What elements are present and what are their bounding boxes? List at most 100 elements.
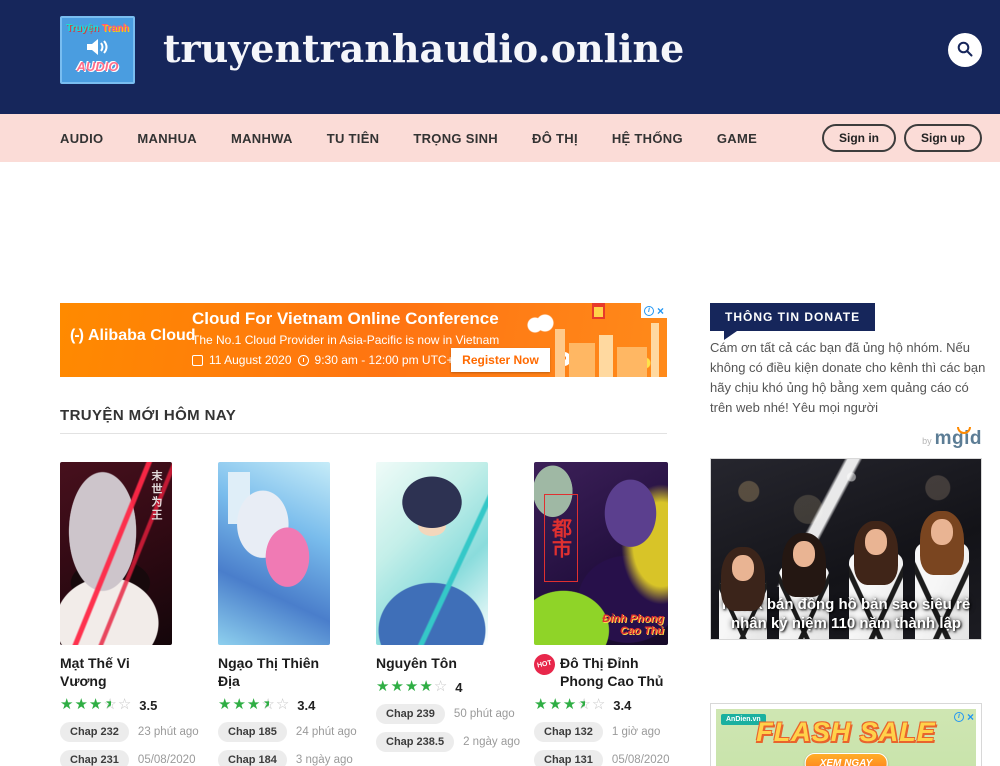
rating-row: ★★★☆★☆ 3.5 xyxy=(60,696,172,714)
rating-value: 3.4 xyxy=(297,698,315,713)
comic-title[interactable]: Nguyên Tôn xyxy=(376,654,488,672)
star-icon: ★ xyxy=(218,696,232,713)
rating-row: ★★★☆★☆ 3.4 xyxy=(534,696,668,714)
site-logo[interactable]: Truyện Tranh AUDIO xyxy=(60,16,135,84)
star-icon: ★ xyxy=(390,678,404,695)
chapter-time: 3 ngày ago xyxy=(296,754,353,766)
chapter-badge[interactable]: Chap 131 xyxy=(534,750,603,766)
comic-grid: 末世为王 Mạt Thế Vi Vương ★★★☆★☆ 3.5 Chap 23… xyxy=(60,462,668,766)
nav-item-tu-tien[interactable]: TU TIÊN xyxy=(327,131,380,146)
star-icon: ☆ xyxy=(434,678,448,695)
chapter-badge[interactable]: Chap 238.5 xyxy=(376,732,454,752)
comic-title[interactable]: Mạt Thế Vi Vương xyxy=(60,654,172,690)
chapter-time: 05/08/2020 xyxy=(138,754,196,766)
chapter-time: 23 phút ago xyxy=(138,726,199,738)
nav-item-game[interactable]: GAME xyxy=(717,131,757,146)
search-button[interactable] xyxy=(948,33,982,67)
chapter-badge[interactable]: Chap 184 xyxy=(218,750,287,766)
nav-item-manhwa[interactable]: MANHWA xyxy=(231,131,293,146)
mgid-logo: mgid xyxy=(935,428,982,449)
comic-title[interactable]: Ngạo Thị Thiên Địa xyxy=(218,654,330,690)
chapter-time: 05/08/2020 xyxy=(612,754,670,766)
nav-item-do-thi[interactable]: ĐÔ THỊ xyxy=(532,131,578,146)
chapter-badge[interactable]: Chap 132 xyxy=(534,722,603,742)
site-title[interactable]: truyentranhaudio.online xyxy=(163,26,684,71)
comic-cover[interactable] xyxy=(218,462,330,645)
mgid-attribution[interactable]: bymgid xyxy=(710,428,982,450)
star-icon: ☆ xyxy=(276,696,290,713)
rating-stars: ★★★★☆ xyxy=(376,678,448,696)
ad-info-icon[interactable]: i xyxy=(644,306,654,316)
adchoices-bar: i × xyxy=(952,709,976,724)
star-icon: ★ xyxy=(548,696,562,713)
star-icon: ★ xyxy=(376,678,390,695)
comic-title[interactable]: HOT Đô Thị Đỉnh Phong Cao Thủ xyxy=(534,654,668,690)
auth-buttons: Sign in Sign up xyxy=(822,114,982,162)
nav-item-he-thong[interactable]: HỆ THỐNG xyxy=(612,131,683,146)
chapter-row: Chap 239 50 phút ago xyxy=(376,704,488,724)
comic-cover[interactable] xyxy=(376,462,488,645)
ad-subtitle: The No.1 Cloud Provider in Asia-Pacific … xyxy=(192,333,499,347)
star-icon: ★ xyxy=(405,678,419,695)
comic-cover[interactable]: 末世为王 xyxy=(60,462,172,645)
site-header: Truyện Tranh AUDIO truyentranhaudio.onli… xyxy=(0,0,1000,114)
comic-card: 都市 Đỉnh Phong Cao Thủ HOT Đô Thị Đỉnh Ph… xyxy=(534,462,668,766)
chapter-badge[interactable]: Chap 232 xyxy=(60,722,129,742)
comic-card: 末世为王 Mạt Thế Vi Vương ★★★☆★☆ 3.5 Chap 23… xyxy=(60,462,172,766)
hot-badge: HOT xyxy=(532,652,557,677)
xem-ngay-button[interactable]: XEM NGAY xyxy=(805,753,888,766)
flash-ad-body: AnDien.vn FLASH SALE XEM NGAY i × xyxy=(716,709,976,766)
comic-card: Nguyên Tôn ★★★★☆ 4 Chap 239 50 phút ago … xyxy=(376,462,488,766)
star-icon: ☆★ xyxy=(103,696,117,713)
calendar-icon xyxy=(192,355,203,366)
alibaba-cloud-logo: (-)Alibaba Cloud xyxy=(70,327,196,345)
flash-sale-ad[interactable]: AnDien.vn FLASH SALE XEM NGAY i × xyxy=(710,703,982,766)
nav-item-audio[interactable]: AUDIO xyxy=(60,131,103,146)
rating-row: ★★★☆★☆ 3.4 xyxy=(218,696,330,714)
chapter-row: Chap 184 3 ngày ago xyxy=(218,750,330,766)
star-icon: ★ xyxy=(563,696,577,713)
ad-info-icon[interactable]: i xyxy=(954,712,964,722)
donate-title-badge: THÔNG TIN DONATE xyxy=(710,303,875,331)
chapter-time: 24 phút ago xyxy=(296,726,357,738)
star-icon: ★ xyxy=(534,696,548,713)
rating-stars: ★★★☆★☆ xyxy=(218,696,290,714)
rating-value: 3.4 xyxy=(613,698,631,713)
comic-cover[interactable]: 都市 Đỉnh Phong Cao Thủ xyxy=(534,462,668,645)
chapter-row: Chap 238.5 2 ngày ago xyxy=(376,732,488,752)
alibaba-ad-banner[interactable]: (-)Alibaba Cloud Cloud For Vietnam Onlin… xyxy=(60,303,667,377)
star-icon: ★ xyxy=(60,696,74,713)
star-icon: ☆★ xyxy=(577,696,591,713)
rating-stars: ★★★☆★☆ xyxy=(534,696,606,714)
sign-up-button[interactable]: Sign up xyxy=(904,124,982,152)
chapter-badge[interactable]: Chap 239 xyxy=(376,704,445,724)
rating-value: 3.5 xyxy=(139,698,157,713)
sign-in-button[interactable]: Sign in xyxy=(822,124,896,152)
ad-title: Cloud For Vietnam Online Conference xyxy=(192,309,499,329)
alibaba-bracket-icon: (-) xyxy=(70,327,83,344)
speaker-icon xyxy=(62,35,133,59)
nav-item-manhua[interactable]: MANHUA xyxy=(137,131,197,146)
nav-item-trong-sinh[interactable]: TRỌNG SINH xyxy=(413,131,498,146)
star-icon: ☆ xyxy=(592,696,606,713)
ad-close-icon[interactable]: × xyxy=(967,712,974,722)
page: Truyện Tranh AUDIO truyentranhaudio.onli… xyxy=(0,0,1000,766)
chapter-row: Chap 131 05/08/2020 xyxy=(534,750,668,766)
flash-sale-title: FLASH SALE xyxy=(716,717,976,748)
native-ad[interactable]: Rolex bán đồng hồ bản sao siêu rẻ nhân k… xyxy=(710,458,982,640)
cover-script-text: Đỉnh Phong Cao Thủ xyxy=(584,613,664,637)
adchoices-bar: i × xyxy=(641,303,667,318)
rating-row: ★★★★☆ 4 xyxy=(376,678,488,696)
chapter-badge[interactable]: Chap 185 xyxy=(218,722,287,742)
section-title: TRUYỆN MỚI HÔM NAY xyxy=(60,407,236,424)
star-icon: ★ xyxy=(89,696,103,713)
chapter-time: 2 ngày ago xyxy=(463,736,520,748)
star-icon: ☆ xyxy=(118,696,132,713)
chapter-row: Chap 132 1 giờ ago xyxy=(534,722,668,742)
cover-calligraphy: 末世为王 xyxy=(148,470,164,522)
chapter-badge[interactable]: Chap 231 xyxy=(60,750,129,766)
ad-close-icon[interactable]: × xyxy=(657,306,664,316)
main-nav: AUDIO MANHUA MANHWA TU TIÊN TRỌNG SINH Đ… xyxy=(0,114,1000,162)
flag-icon xyxy=(592,303,605,319)
chapter-time: 50 phút ago xyxy=(454,708,515,720)
